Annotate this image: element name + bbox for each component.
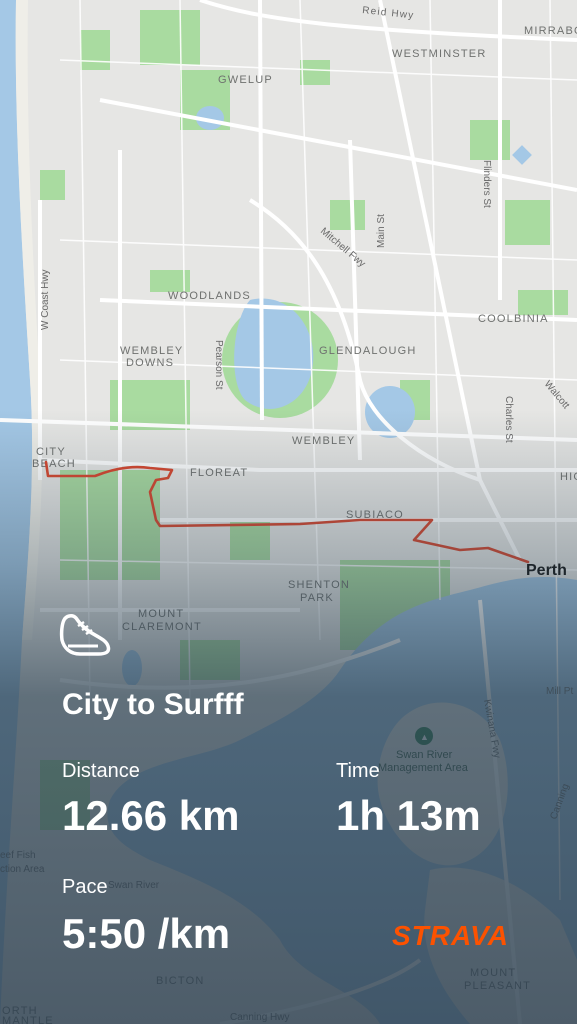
- glendalough-label: GLENDALOUGH: [319, 345, 417, 357]
- mount-claremont-label-1: MOUNT: [138, 608, 184, 620]
- pearson-st-label: Pearson St: [213, 340, 224, 390]
- swan-river-management-label-1: Swan River: [396, 749, 453, 761]
- time-label: Time: [336, 760, 380, 782]
- pace-value: 5:50 /km: [62, 910, 231, 957]
- gwelup-label: GWELUP: [218, 74, 273, 86]
- distance-label: Distance: [62, 760, 140, 782]
- activity-share-card: Reid Hwy MIRRABO WESTMINSTER GWELUP WOOD…: [0, 0, 577, 1024]
- strava-logo: STRAVA: [392, 920, 509, 951]
- floreat-label: FLOREAT: [190, 467, 248, 479]
- main-st-label: Main St: [376, 214, 387, 248]
- w-coast-hwy-label: W Coast Hwy: [40, 269, 51, 330]
- coolbinia-label: COOLBINIA: [478, 313, 549, 325]
- mount-pleasant-label-1: MOUNT: [470, 967, 516, 979]
- shenton-park-label-1: SHENTON: [288, 579, 350, 591]
- perth-label: Perth: [526, 562, 567, 579]
- reef-fish-label-1: eef Fish: [0, 850, 36, 861]
- canning-hwy-label: Canning Hwy: [230, 1012, 289, 1023]
- mount-claremont-label-2: CLAREMONT: [122, 621, 202, 633]
- mill-pt-label: Mill Pt: [546, 686, 573, 697]
- mount-pleasant-label-2: PLEASANT: [464, 980, 531, 992]
- reef-fish-label-2: ction Area: [0, 864, 45, 875]
- mirrabooka-label: MIRRABO: [524, 25, 577, 37]
- charles-st-label: Charles St: [503, 396, 514, 443]
- flinders-st-label: Flinders St: [481, 160, 492, 208]
- north-fremantle-label-2: MANTLE: [2, 1015, 54, 1024]
- running-shoe-icon: [59, 614, 111, 656]
- wembley-downs-label-2: DOWNS: [126, 357, 174, 369]
- wembley-label: WEMBLEY: [292, 435, 355, 447]
- city-beach-label-1: CITY: [36, 446, 66, 458]
- shenton-park-label-2: PARK: [300, 592, 334, 604]
- pace-label: Pace: [62, 876, 108, 898]
- route-map: Reid Hwy MIRRABO WESTMINSTER GWELUP WOOD…: [0, 0, 577, 1024]
- distance-value: 12.66 km: [62, 792, 240, 839]
- city-beach-label-2: BEACH: [32, 458, 76, 470]
- wembley-downs-label-1: WEMBLEY: [120, 345, 183, 357]
- swan-river-management-label-2: Management Area: [378, 762, 469, 774]
- high-label: HIG: [560, 471, 577, 483]
- time-value: 1h 13m: [336, 792, 481, 839]
- woodlands-label: WOODLANDS: [168, 290, 251, 302]
- bicton-label: BICTON: [156, 975, 205, 987]
- svg-text:▲: ▲: [420, 732, 429, 742]
- swan-river-label: Swan River: [108, 880, 160, 891]
- westminster-label: WESTMINSTER: [392, 48, 486, 60]
- activity-title: City to Surfff: [62, 688, 244, 721]
